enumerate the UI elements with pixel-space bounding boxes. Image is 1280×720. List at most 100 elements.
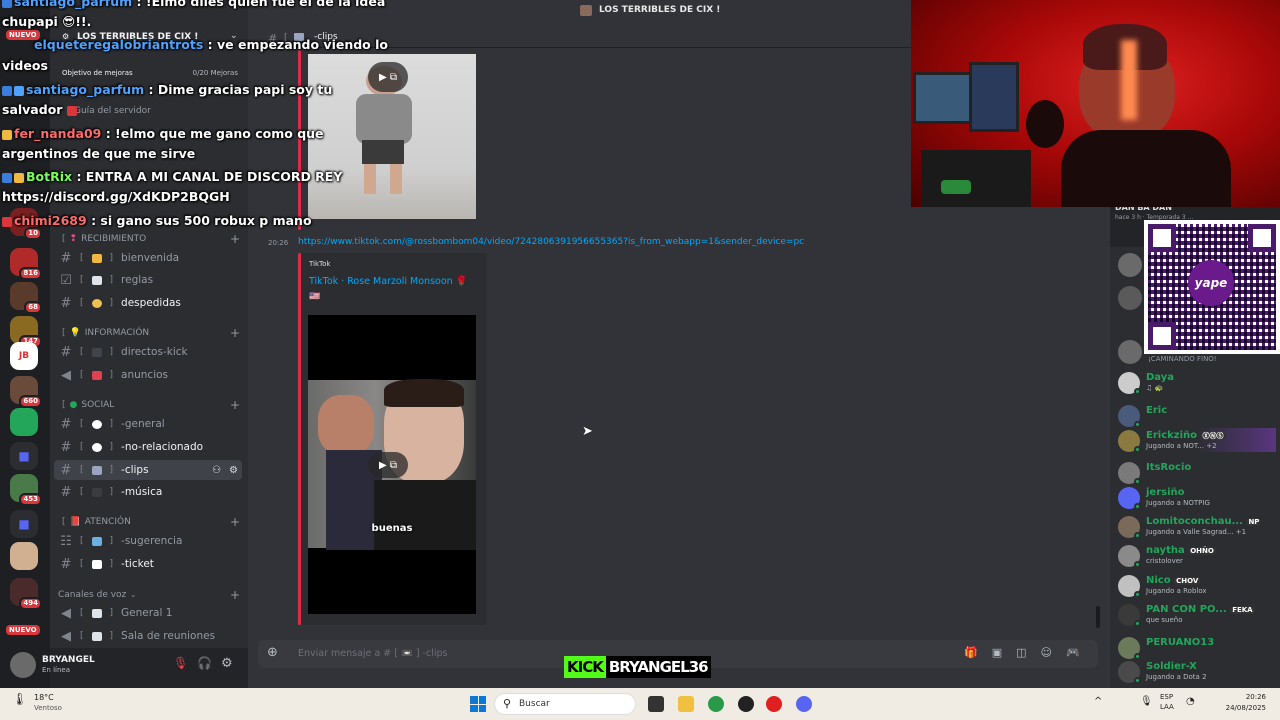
settings-gear-icon[interactable]: ⚙ xyxy=(229,465,238,476)
emoji-icon[interactable]: ☺ xyxy=(1041,646,1052,659)
member-itsrocio[interactable]: ItsRocio xyxy=(1118,462,1278,486)
server-icon[interactable]: 816 xyxy=(10,248,42,280)
play-button[interactable]: ▶ ⧉ xyxy=(368,62,408,92)
member-avatar xyxy=(1118,575,1141,598)
member-soldier-x[interactable]: Soldier-X Jugando a Dota 2 xyxy=(1118,661,1278,685)
add-channel-icon[interactable]: + xyxy=(230,515,240,529)
channel-despedidas[interactable]: #[] despedidas xyxy=(54,293,242,313)
member-avatar[interactable] xyxy=(1118,340,1142,364)
member-eric[interactable]: Eric xyxy=(1118,405,1278,429)
mic-icon[interactable]: 🎙 xyxy=(1140,696,1153,707)
invite-icon[interactable]: ⚇ xyxy=(212,465,221,476)
video-player[interactable]: ▶ ⧉ buenas xyxy=(308,315,476,614)
channel-clips[interactable]: #[] -clips ⚇ ⚙ xyxy=(54,460,242,480)
server-icon[interactable]: 494 xyxy=(10,578,42,610)
camera-icon xyxy=(91,347,102,357)
file-explorer-icon[interactable] xyxy=(678,696,694,712)
badge-icon xyxy=(66,105,77,116)
composer-placeholder[interactable]: Enviar mensaje a # [ 📼 ] -clips xyxy=(298,648,447,659)
vhs-icon xyxy=(91,465,102,475)
windows-taskbar: 🌡 18°C Ventoso ⚲ Buscar ^ 🎙 ESP LAA ◔ 20… xyxy=(0,688,1280,720)
channel-anuncios[interactable]: ◀[] anuncios xyxy=(54,365,242,385)
member-avatar xyxy=(1118,516,1141,539)
member-naytha[interactable]: naytha OHÑO cristolover xyxy=(1118,545,1278,569)
channel-sugerencia[interactable]: ☷[] -sugerencia xyxy=(54,531,242,551)
member-peruano13[interactable]: PERUANO13 xyxy=(1118,637,1278,661)
play-button[interactable]: ▶ ⧉ xyxy=(368,452,408,478)
voice-channel-general-1[interactable]: ◀[] General 1 xyxy=(54,603,242,623)
folder-icon[interactable]: ■ xyxy=(10,442,38,470)
add-attachment-icon[interactable]: ⊕ xyxy=(267,645,278,660)
server-icon[interactable] xyxy=(10,408,38,436)
speaker-icon xyxy=(91,631,102,641)
add-channel-icon[interactable]: + xyxy=(230,588,240,602)
chat-line: chimi2689 : si gano sus 500 robux p mano xyxy=(2,213,312,228)
channel-bienvenida[interactable]: #[] bienvenida xyxy=(54,248,242,268)
category-recibimiento[interactable]: [❢ RECIBIMIENTO + xyxy=(62,232,240,246)
ticket-icon xyxy=(91,559,102,569)
member-avatar[interactable] xyxy=(1118,253,1142,277)
obs-icon[interactable] xyxy=(738,696,754,712)
server-icon[interactable] xyxy=(10,542,38,570)
user-settings-gear-icon[interactable]: ⚙ xyxy=(221,656,233,671)
category-social[interactable]: [● SOCIAL + xyxy=(62,398,240,412)
member-pan-con-po[interactable]: PAN CON PO... FEKA que sueño xyxy=(1118,604,1278,628)
server-icon[interactable]: 660 xyxy=(10,376,42,408)
category-informacion[interactable]: [💡 INFORMACIÓN + xyxy=(62,326,240,340)
taskbar-search[interactable]: ⚲ Buscar xyxy=(494,693,636,715)
flag-icon: 🇺🇸 xyxy=(309,292,321,302)
chrome-icon[interactable] xyxy=(708,696,724,712)
mic-muted-icon[interactable]: 🎙 xyxy=(173,656,188,670)
monitor xyxy=(969,62,1019,132)
voice-channel-sala-de-reuniones[interactable]: ◀[] Sala de reuniones xyxy=(54,626,242,646)
folder-icon[interactable]: ■ xyxy=(10,510,38,538)
wifi-icon[interactable]: ◔ xyxy=(1186,696,1195,707)
member-daya[interactable]: Daya ♫ 🐢 xyxy=(1118,372,1278,396)
weather-icon[interactable]: 🌡 xyxy=(12,692,27,706)
chat-line: santiago_parfum : !Elmo diles quien fue … xyxy=(2,0,385,9)
sticker-icon[interactable]: ◫ xyxy=(1016,646,1026,659)
discord-icon[interactable] xyxy=(796,696,812,712)
server-icon[interactable]: 68 xyxy=(10,282,42,314)
server-icon[interactable]: 453 xyxy=(10,474,42,506)
opera-icon[interactable] xyxy=(766,696,782,712)
channel-reglas[interactable]: ☑[] reglas xyxy=(54,270,242,290)
scrollbar[interactable] xyxy=(1096,606,1100,628)
channel-no-relacionado[interactable]: #[] -no-relacionado xyxy=(54,437,242,457)
windows-start-icon[interactable] xyxy=(470,696,486,712)
speaker-icon: ◀ xyxy=(61,605,71,621)
member-nico[interactable]: Nico CHOV Jugando a Roblox xyxy=(1118,575,1278,599)
keyboard-lights xyxy=(941,180,971,194)
speaker-icon xyxy=(91,608,102,618)
member-avatar xyxy=(1118,637,1141,660)
member-lomitoconchau[interactable]: Lomitoconchau... NP Jugando a Valle Sagra… xyxy=(1118,516,1278,540)
channel-ticket[interactable]: #[] -ticket xyxy=(54,554,242,574)
headphones-muted-icon[interactable]: 🎧 xyxy=(197,656,212,670)
user-avatar[interactable] xyxy=(10,652,36,678)
member-avatar[interactable] xyxy=(1118,286,1142,310)
badge-icon xyxy=(14,172,24,183)
category-voice[interactable]: Canales de voz ⌄ + xyxy=(58,588,240,602)
server-icon[interactable]: 147 xyxy=(10,316,42,348)
task-view-icon[interactable] xyxy=(648,696,664,712)
channel-directos-kick[interactable]: #[] directos-kick xyxy=(54,342,242,362)
channel-musica[interactable]: #[] -música xyxy=(54,482,242,502)
member-jersino[interactable]: jersiño Jugando a NOTPIG xyxy=(1118,487,1278,511)
new-badge: NUEVO xyxy=(6,625,40,635)
member-erickzino[interactable]: Erickziño ⓍⓃⓈ Jugando a NOT... +2 xyxy=(1118,430,1278,454)
embed-title[interactable]: TikTok · Rose Marzoli Monsoon 🌹 xyxy=(309,276,468,287)
add-channel-icon[interactable]: + xyxy=(230,326,240,340)
add-channel-icon[interactable]: + xyxy=(230,398,240,412)
search-icon: ⚲ xyxy=(503,697,512,710)
person-hair xyxy=(384,379,464,407)
message-link[interactable]: https://www.tiktok.com/@rossbombom04/vid… xyxy=(298,237,804,247)
gif-icon[interactable]: ▣ xyxy=(992,646,1002,659)
activity-icon[interactable]: 🎮 xyxy=(1066,646,1080,659)
video-thumbnail[interactable]: ▶ ⧉ xyxy=(308,54,476,219)
server-icon[interactable]: JB xyxy=(10,342,38,370)
category-atencion[interactable]: [📕 ATENCIÓN + xyxy=(62,515,240,529)
channel-general[interactable]: #[] -general xyxy=(54,414,242,434)
gift-icon[interactable]: 🎁 xyxy=(964,646,978,659)
tray-chevron-icon[interactable]: ^ xyxy=(1094,696,1102,707)
kick-overlay: KICK BRYANGEL36 xyxy=(564,656,711,678)
